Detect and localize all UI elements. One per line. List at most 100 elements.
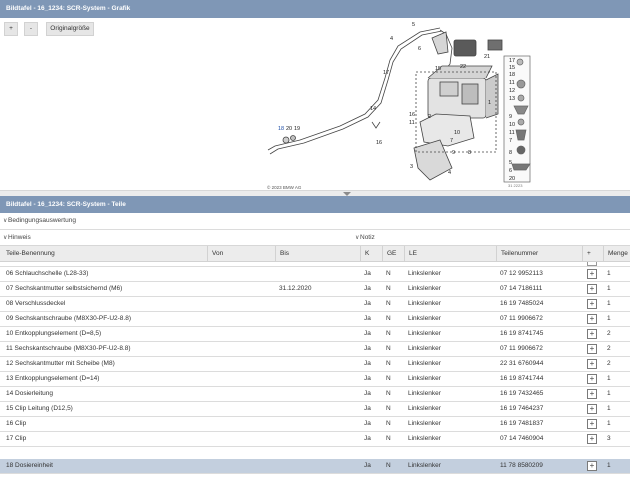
cell-k: Ja [364,462,371,469]
cell-nr: 16 19 7464237 [500,405,544,412]
table-row[interactable]: 11 Sechskantschraube (M8X30-PF-U2-8.8) Ja… [0,342,630,357]
cell-ge: N [386,330,391,337]
cell-name: 10 Entkopplungselement (D=8,5) [6,330,102,337]
cell-ge: N [386,462,391,469]
table-row[interactable]: 09 Sechskantschraube (M8X30-PF-U2-8.8) Ja… [0,312,630,327]
header-to[interactable]: Bis [275,246,360,262]
header-part-name[interactable]: Teile-Benennung [2,246,207,262]
add-to-cart-icon[interactable] [587,262,597,266]
divider [0,229,630,230]
svg-text:18: 18 [509,72,515,78]
cell-bis [275,432,360,446]
table-row[interactable]: 18 Dosiereinheit Ja N Linkslenker 11 78 8580… [0,459,630,474]
conditions-toggle[interactable]: ∨Bedingungsauswertung [0,214,630,228]
cell-qty: 1 [607,462,611,469]
graphic-panel-title: Bildtafel - 16_1234: SCR-System - Grafik [0,0,630,18]
cell-von [207,402,275,416]
cell-k: Ja [364,360,371,367]
table-row[interactable]: 06 Schlauchschelle (L28-33) Ja N Linkslenke… [0,267,630,282]
cell-le: Linkslenker [408,405,441,412]
table-row[interactable]: 08 Verschlussdeckel Ja N Linkslenker 16 19 7… [0,297,630,312]
svg-text:17: 17 [383,70,389,76]
cell-qty: 2 [607,330,611,337]
cell-qty: 1 [607,420,611,427]
cell-le: Linkslenker [408,330,441,337]
cell-qty: 1 [607,375,611,382]
add-to-cart-icon[interactable]: + [587,374,597,384]
header-ge[interactable]: GE [382,246,404,262]
cell-bis [275,357,360,371]
svg-text:8: 8 [509,150,512,156]
cell-ge: N [386,390,391,397]
add-to-cart-icon[interactable]: + [587,359,597,369]
cell-nr: 16 19 7481837 [500,420,544,427]
cell-von [207,297,275,311]
header-le[interactable]: LE [404,246,496,262]
add-to-cart-icon[interactable]: + [587,419,597,429]
hint-toggle[interactable]: ∨Hinweis [0,231,340,245]
cell-le: Linkslenker [408,300,441,307]
cell-ge: N [386,360,391,367]
cell-ge: N [386,405,391,412]
cell-le: Linkslenker [408,420,441,427]
chevron-down-icon: ∨ [3,235,8,241]
svg-text:10: 10 [454,130,460,136]
svg-text:13: 13 [509,96,515,102]
note-toggle[interactable]: ∨Notiz [352,231,472,245]
cell-name: 18 Dosiereinheit [6,462,53,469]
svg-text:17: 17 [509,58,515,64]
cell-nr: 07 14 7460904 [500,435,544,442]
cell-ge: N [386,435,391,442]
cell-von [207,387,275,401]
add-to-cart-icon[interactable]: + [587,299,597,309]
svg-text:20: 20 [286,126,292,132]
header-k[interactable]: K [360,246,382,262]
add-to-cart-icon[interactable]: + [587,404,597,414]
table-row[interactable]: 07 Sechskantmutter selbstsichernd (M6) 31… [0,282,630,297]
add-to-cart-icon[interactable]: + [587,461,597,471]
cell-bis [275,342,360,356]
svg-text:19: 19 [294,126,300,132]
add-to-cart-icon[interactable]: + [587,344,597,354]
cell-qty: 1 [607,285,611,292]
cell-le: Linkslenker [408,462,441,469]
cell-von [207,432,275,446]
add-to-cart-icon[interactable]: + [587,314,597,324]
cell-name: 17 Clip [6,435,27,442]
table-row[interactable]: 13 Entkopplungselement (D=14) Ja N Linkslen… [0,372,630,387]
table-row[interactable]: 16 Clip Ja N Linkslenker 16 19 7481837 1 + [0,417,630,432]
add-to-cart-icon[interactable]: + [587,284,597,294]
cell-nr: 07 11 9906672 [500,345,543,352]
cell-name: 12 Sechskantmutter mit Scheibe (M8) [6,360,115,367]
svg-text:6: 6 [509,168,512,174]
header-from[interactable]: Von [207,246,275,262]
cell-bis [275,402,360,416]
table-row[interactable]: 17 Clip Ja N Linkslenker 07 14 7460904 3 + [0,432,630,447]
cell-bis [275,459,360,473]
svg-text:5: 5 [509,160,512,166]
svg-text:11: 11 [409,120,415,126]
table-row[interactable]: 14 Dosierleitung Ja N Linkslenker 16 19 7432… [0,387,630,402]
cell-k: Ja [364,330,371,337]
cell-k: Ja [364,315,371,322]
add-to-cart-icon[interactable]: + [587,269,597,279]
add-to-cart-icon[interactable]: + [587,389,597,399]
table-row[interactable]: 15 Clip Leitung (D12,5) Ja N Linkslenker 16 … [0,402,630,417]
cell-von [207,372,275,386]
cell-name: 09 Sechskantschraube (M8X30-PF-U2-8.8) [6,315,132,322]
add-to-cart-icon[interactable]: + [587,329,597,339]
table-row[interactable]: 10 Entkopplungselement (D=8,5) Ja N Linksle… [0,327,630,342]
svg-text:11: 11 [509,130,515,136]
table-row[interactable]: 12 Sechskantmutter mit Scheibe (M8) Ja N Li… [0,357,630,372]
cell-nr: 22 31 6760944 [500,360,544,367]
parts-diagram[interactable]: 5 4 6 22 21 17 15 1 16 11 14 16 2 7 9 8 … [0,18,630,190]
cell-von [207,327,275,341]
cell-nr: 07 14 7186111 [500,285,543,292]
add-to-cart-icon[interactable]: + [587,434,597,444]
cell-k: Ja [364,300,371,307]
header-quantity[interactable]: Menge [603,246,630,262]
cell-bis [275,372,360,386]
header-part-number[interactable]: Teilenummer [496,246,582,262]
svg-text:15: 15 [509,65,515,71]
cell-name: 14 Dosierleitung [6,390,53,397]
